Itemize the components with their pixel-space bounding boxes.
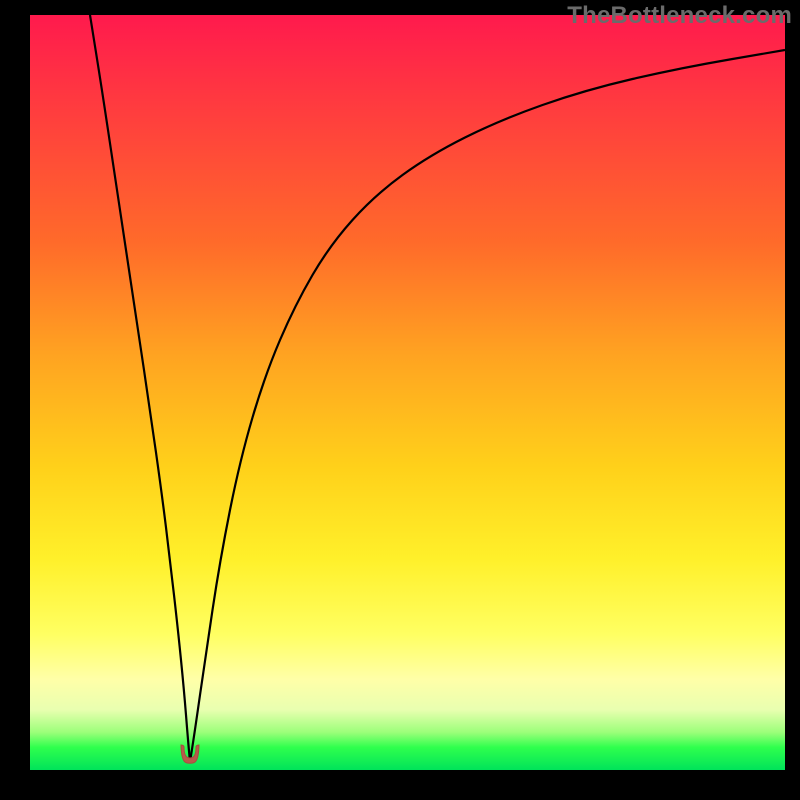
curve-left-branch — [90, 15, 190, 762]
bottleneck-curve — [30, 15, 785, 770]
chart-frame — [30, 15, 785, 770]
curve-right-branch — [190, 50, 785, 762]
watermark-text: TheBottleneck.com — [567, 2, 792, 30]
minimum-notch-icon — [178, 743, 202, 765]
